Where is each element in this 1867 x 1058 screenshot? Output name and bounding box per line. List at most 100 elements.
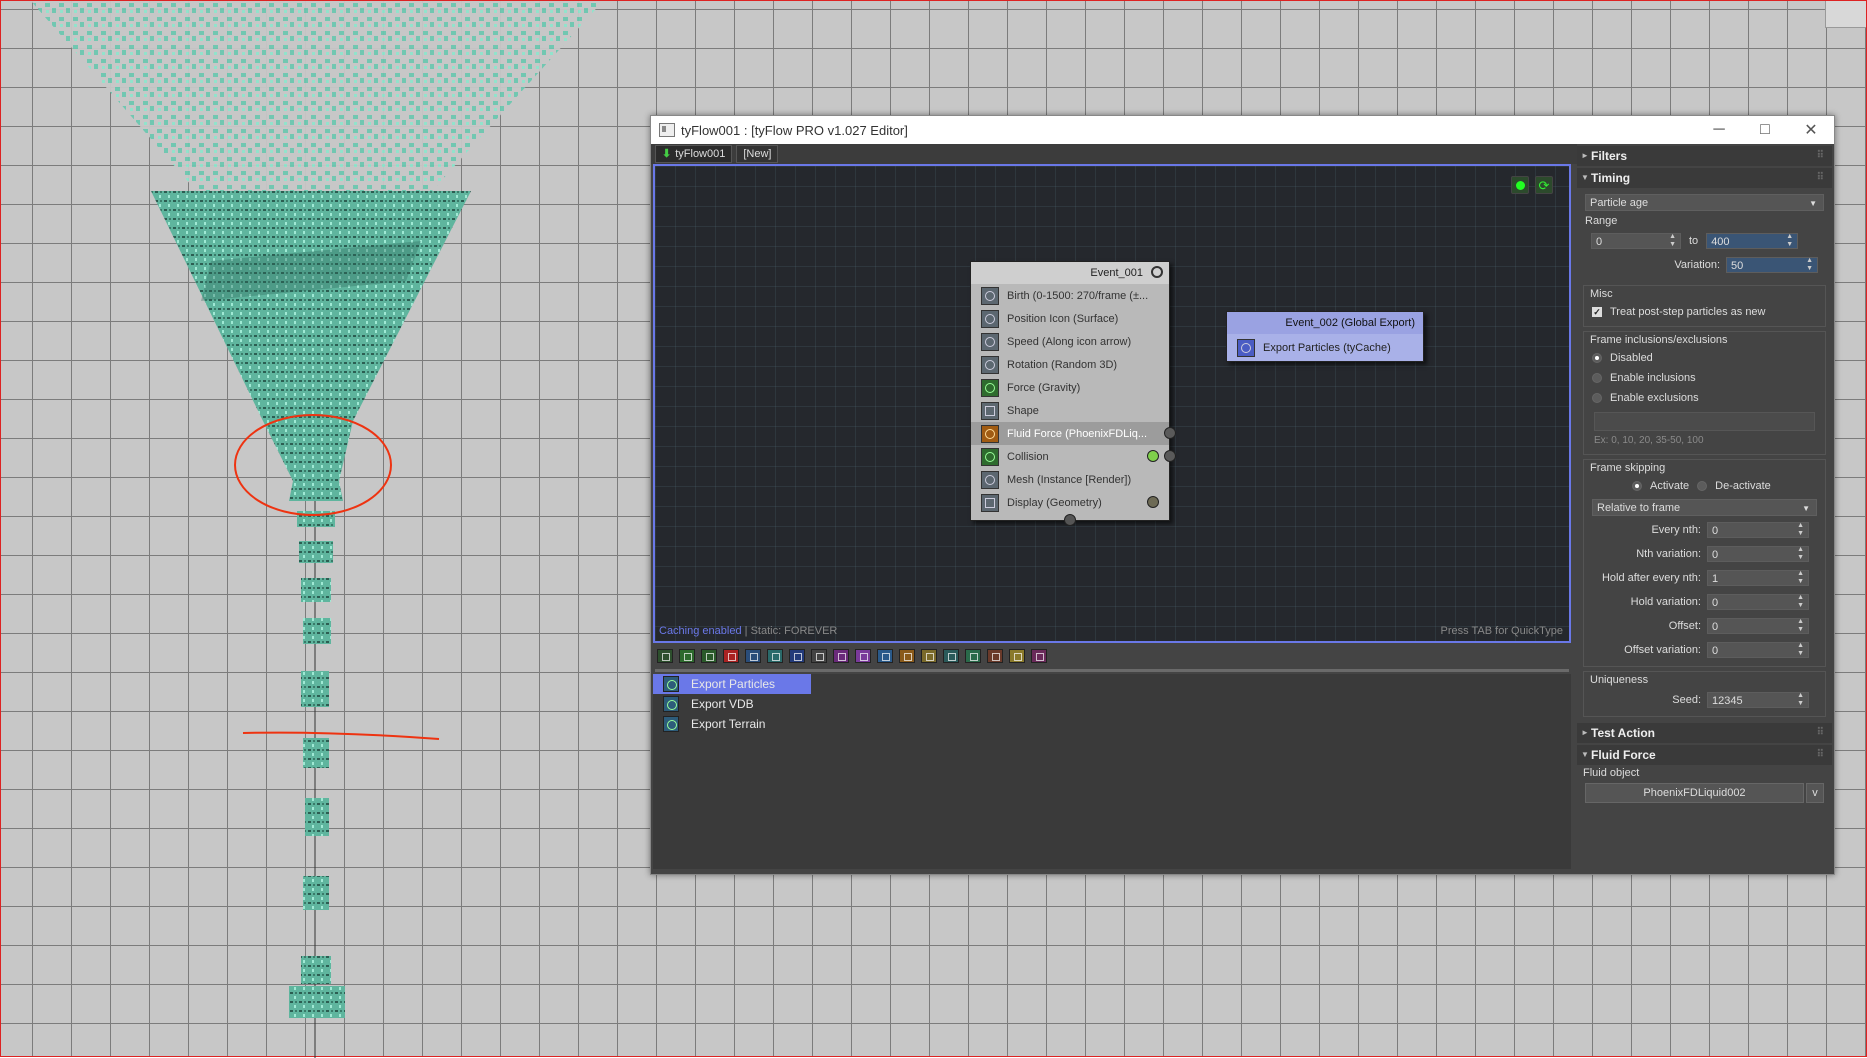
operator-category-icon[interactable]: [745, 649, 761, 663]
event-node-001[interactable]: Event_001 Birth (0-1500: 270/frame (±...…: [970, 261, 1176, 526]
refresh-button[interactable]: ⟳: [1535, 176, 1553, 194]
spinner-arrows-icon[interactable]: ▲ ▼: [1797, 642, 1804, 658]
range-from-spinner[interactable]: 0 ▲ ▼: [1591, 233, 1681, 249]
misc-label: Misc: [1590, 288, 1613, 300]
operator-category-icon[interactable]: [943, 649, 959, 663]
nth-variation-spinner[interactable]: 0 ▲ ▼: [1707, 546, 1809, 562]
operator-display[interactable]: Display (Geometry): [971, 491, 1169, 514]
spinner-arrows-icon[interactable]: ▲ ▼: [1797, 692, 1804, 708]
grip-icon: ⠿: [1816, 727, 1824, 738]
enable-flow-button[interactable]: [1511, 176, 1529, 194]
operator-category-icon[interactable]: [723, 649, 739, 663]
operator-category-icon[interactable]: [833, 649, 849, 663]
force-icon: [981, 378, 999, 397]
operator-category-icon[interactable]: [877, 649, 893, 663]
close-button[interactable]: ✕: [1788, 116, 1834, 144]
spinner-arrows-icon[interactable]: ▲ ▼: [1797, 570, 1804, 586]
depot-item-export-terrain[interactable]: Export Terrain: [653, 714, 811, 734]
depot-scrollbar[interactable]: [655, 669, 1569, 672]
output-port[interactable]: [1164, 427, 1176, 439]
offset-spinner[interactable]: 0 ▲ ▼: [1707, 618, 1809, 634]
radio-activate[interactable]: Activate: [1632, 476, 1689, 496]
spinner-arrows-icon[interactable]: ▲ ▼: [1669, 233, 1676, 249]
operator-export-particles[interactable]: Export Particles (tyCache): [1227, 334, 1423, 361]
seed-spinner[interactable]: 12345 ▲ ▼: [1707, 692, 1809, 708]
offset-variation-spinner[interactable]: 0 ▲ ▼: [1707, 642, 1809, 658]
fluid-object-menu-button[interactable]: v: [1806, 783, 1824, 803]
tab-new[interactable]: [New]: [736, 145, 779, 163]
offset-variation-label: Offset variation:: [1624, 644, 1701, 656]
rollout-test-action[interactable]: ► Test Action ⠿: [1577, 723, 1832, 743]
uniqueness-label: Uniqueness: [1590, 674, 1649, 686]
operator-label: Rotation (Random 3D): [1007, 358, 1118, 371]
operator-category-icon[interactable]: [921, 649, 937, 663]
radio-enable-exclusions[interactable]: Enable exclusions: [1584, 388, 1825, 408]
radio-deactivate[interactable]: De-activate: [1689, 476, 1771, 496]
maximize-button[interactable]: □: [1742, 116, 1788, 144]
depot-item-export-vdb[interactable]: Export VDB: [653, 694, 811, 714]
node-canvas[interactable]: ⟳ Event_001 Birth (0-1500: 270/frame (±.…: [653, 164, 1571, 643]
radio-disabled[interactable]: Disabled: [1584, 348, 1825, 368]
spinner-arrows-icon[interactable]: ▲ ▼: [1797, 618, 1804, 634]
operator-rotation[interactable]: Rotation (Random 3D): [971, 353, 1169, 376]
dropdown-arrow-icon: ▼: [1809, 199, 1817, 208]
expand-arrow-icon: ►: [1581, 151, 1589, 160]
spinner-arrows-icon[interactable]: ▲ ▼: [1786, 233, 1793, 249]
hold-after-spinner[interactable]: 1 ▲ ▼: [1707, 570, 1809, 586]
operator-category-icon[interactable]: [811, 649, 827, 663]
operator-category-icon[interactable]: [701, 649, 717, 663]
operator-label: Force (Gravity): [1007, 381, 1081, 394]
depot-item-export-particles[interactable]: Export Particles: [653, 674, 811, 694]
display-toggle-dot[interactable]: [1147, 496, 1159, 508]
fluid-object-picker[interactable]: PhoenixFDLiquid002: [1585, 783, 1804, 803]
operator-position-icon[interactable]: Position Icon (Surface): [971, 307, 1169, 330]
operator-category-icon[interactable]: [965, 649, 981, 663]
minimize-button[interactable]: ─: [1696, 116, 1742, 144]
tab-tyflow001[interactable]: ⬇ tyFlow001: [655, 145, 733, 163]
frames-input[interactable]: [1594, 412, 1815, 431]
rollout-timing[interactable]: ▼ Timing ⠿: [1577, 168, 1832, 188]
operator-fluid-force[interactable]: Fluid Force (PhoenixFDLiq...: [971, 422, 1176, 445]
operator-category-icon[interactable]: [855, 649, 871, 663]
event-node-002[interactable]: Event_002 (Global Export) Export Particl…: [1226, 311, 1424, 362]
operator-category-icon[interactable]: [767, 649, 783, 663]
viewport-corner-widget[interactable]: [1825, 1, 1866, 28]
spinner-arrows-icon[interactable]: ▲ ▼: [1806, 257, 1813, 273]
operator-category-icon[interactable]: [789, 649, 805, 663]
rollout-fluid-force[interactable]: ▼ Fluid Force ⠿: [1577, 745, 1832, 765]
operator-speed[interactable]: Speed (Along icon arrow): [971, 330, 1169, 353]
radio-enable-inclusions[interactable]: Enable inclusions: [1584, 368, 1825, 388]
variation-spinner[interactable]: 50 ▲ ▼: [1726, 257, 1818, 273]
event-header[interactable]: Event_001: [971, 262, 1169, 284]
operator-category-icon[interactable]: [1009, 649, 1025, 663]
spinner-arrows-icon[interactable]: ▲ ▼: [1797, 522, 1804, 538]
operator-collision[interactable]: Collision: [971, 445, 1176, 468]
operator-mesh[interactable]: Mesh (Instance [Render]): [971, 468, 1169, 491]
spinner-arrows-icon[interactable]: ▲ ▼: [1797, 594, 1804, 610]
operator-category-icon[interactable]: [657, 649, 673, 663]
operator-category-icon[interactable]: [987, 649, 1003, 663]
output-port[interactable]: [1164, 450, 1176, 462]
quicktype-hint: Press TAB for QuickType: [1440, 625, 1563, 637]
speed-icon: [981, 332, 999, 351]
operator-category-icon[interactable]: [679, 649, 695, 663]
timing-mode-dropdown[interactable]: Particle age ▼: [1585, 194, 1824, 211]
operator-category-icon[interactable]: [899, 649, 915, 663]
event-input-port[interactable]: [1064, 514, 1076, 526]
operator-category-icon[interactable]: [1031, 649, 1047, 663]
operator-force[interactable]: Force (Gravity): [971, 376, 1169, 399]
operator-shape[interactable]: Shape: [971, 399, 1169, 422]
event-header[interactable]: Event_002 (Global Export): [1227, 312, 1423, 334]
hold-variation-spinner[interactable]: 0 ▲ ▼: [1707, 594, 1809, 610]
rollout-filters[interactable]: ► Filters ⠿: [1577, 146, 1832, 166]
relative-dropdown[interactable]: Relative to frame ▼: [1592, 499, 1817, 516]
treat-post-step-checkbox[interactable]: ✓ Treat post-step particles as new: [1584, 302, 1825, 322]
every-nth-spinner[interactable]: 0 ▲ ▼: [1707, 522, 1809, 538]
mesh-icon: [981, 470, 999, 489]
operator-birth[interactable]: Birth (0-1500: 270/frame (±...: [971, 284, 1169, 307]
grip-icon: ⠿: [1816, 172, 1824, 183]
title-bar[interactable]: tyFlow001 : [tyFlow PRO v1.027 Editor] ─…: [651, 116, 1834, 144]
bulb-icon[interactable]: [1151, 266, 1163, 278]
range-to-spinner[interactable]: 400 ▲ ▼: [1706, 233, 1799, 249]
spinner-arrows-icon[interactable]: ▲ ▼: [1797, 546, 1804, 562]
